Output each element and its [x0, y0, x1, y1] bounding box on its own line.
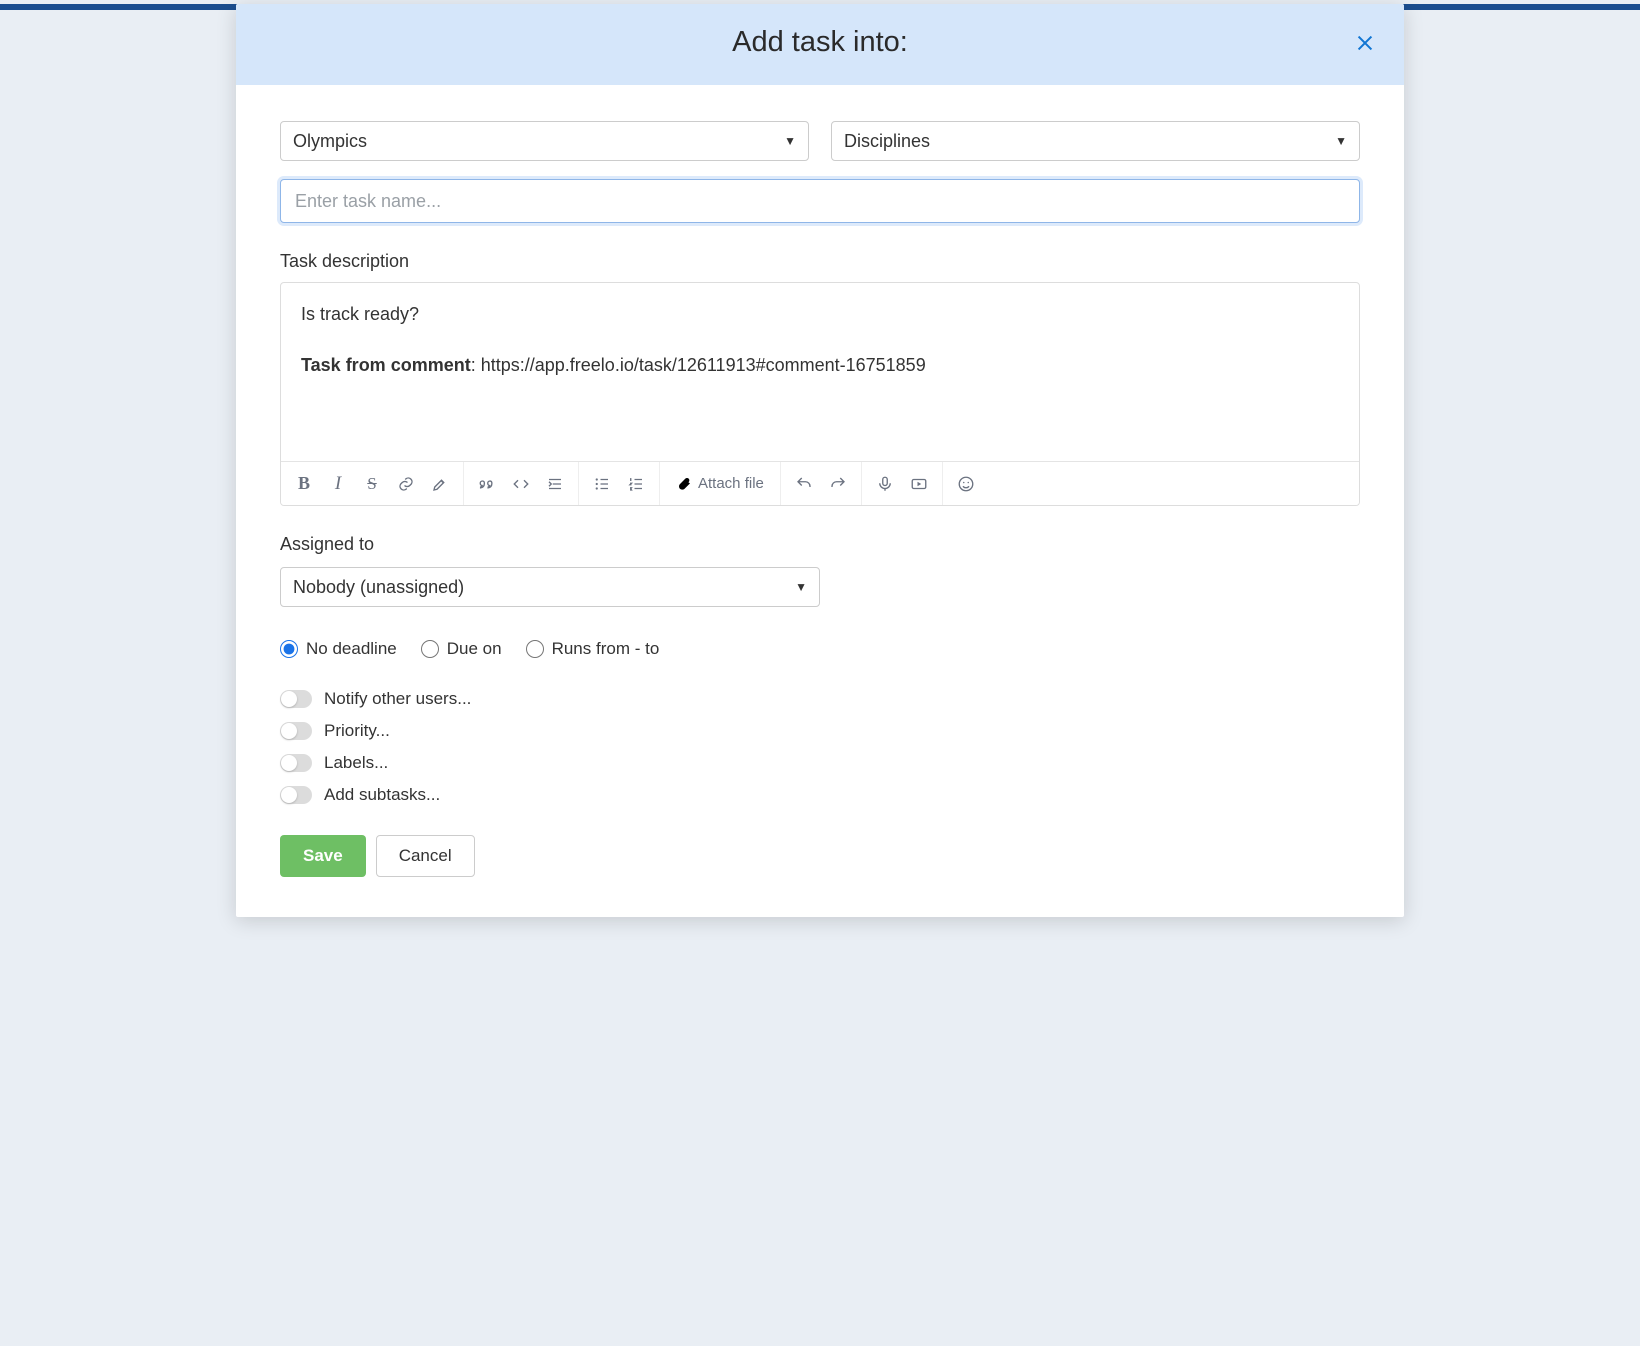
project-select[interactable]: Olympics ▼ [280, 121, 809, 161]
link-icon [397, 475, 415, 493]
chevron-down-icon: ▼ [1335, 134, 1347, 148]
video-button[interactable] [902, 467, 936, 501]
radio-runs-from-to[interactable]: Runs from - to [526, 639, 660, 659]
description-comment-sep: : [471, 355, 481, 375]
strikethrough-button[interactable]: S [355, 467, 389, 501]
toggle-switch[interactable] [280, 722, 312, 740]
project-select-value: Olympics [293, 131, 367, 152]
mic-button[interactable] [868, 467, 902, 501]
attach-file-button[interactable]: Attach file [666, 475, 774, 492]
list-select[interactable]: Disciplines ▼ [831, 121, 1360, 161]
undo-icon [795, 475, 813, 493]
quote-button[interactable] [470, 467, 504, 501]
indent-icon [546, 475, 564, 493]
mic-icon [876, 475, 894, 493]
description-label: Task description [280, 251, 1360, 272]
description-line1: Is track ready? [301, 301, 1339, 328]
toggle-switch[interactable] [280, 690, 312, 708]
radio-no-deadline-label: No deadline [306, 639, 397, 659]
modal-title: Add task into: [260, 26, 1380, 59]
toggle-notify-label: Notify other users... [324, 689, 471, 709]
description-content[interactable]: Is track ready? Task from comment: https… [281, 283, 1359, 461]
chevron-down-icon: ▼ [795, 580, 807, 594]
toggle-notify[interactable]: Notify other users... [280, 689, 1360, 709]
close-icon [1354, 32, 1376, 54]
toggle-subtasks-label: Add subtasks... [324, 785, 440, 805]
deadline-radio-group: No deadline Due on Runs from - to [280, 639, 1360, 659]
description-comment-line: Task from comment: https://app.freelo.io… [301, 352, 1339, 379]
radio-due-on-input[interactable] [421, 640, 439, 658]
modal-body: Olympics ▼ Disciplines ▼ Task descriptio… [236, 85, 1404, 917]
assigned-select-value: Nobody (unassigned) [293, 577, 464, 598]
add-task-modal: Add task into: Olympics ▼ Disciplines ▼ … [236, 4, 1404, 917]
numbered-list-button[interactable] [619, 467, 653, 501]
editor-toolbar: B I S [281, 461, 1359, 505]
description-comment-url: https://app.freelo.io/task/12611913#comm… [481, 355, 926, 375]
attach-file-label: Attach file [698, 475, 764, 492]
save-button[interactable]: Save [280, 835, 366, 877]
code-button[interactable] [504, 467, 538, 501]
description-comment-label: Task from comment [301, 355, 471, 375]
link-button[interactable] [389, 467, 423, 501]
bold-button[interactable]: B [287, 467, 321, 501]
bullet-list-button[interactable] [585, 467, 619, 501]
description-editor: Is track ready? Task from comment: https… [280, 282, 1360, 506]
highlight-button[interactable] [423, 467, 457, 501]
toggle-priority[interactable]: Priority... [280, 721, 1360, 741]
paperclip-icon [676, 476, 692, 492]
task-name-input[interactable] [280, 179, 1360, 223]
emoji-button[interactable] [949, 467, 983, 501]
redo-button[interactable] [821, 467, 855, 501]
cancel-button[interactable]: Cancel [376, 835, 475, 877]
toggle-labels-label: Labels... [324, 753, 388, 773]
radio-runs-from-to-label: Runs from - to [552, 639, 660, 659]
numbered-list-icon [627, 475, 645, 493]
modal-actions: Save Cancel [280, 835, 1360, 877]
toggle-subtasks[interactable]: Add subtasks... [280, 785, 1360, 805]
assigned-label: Assigned to [280, 534, 1360, 555]
indent-button[interactable] [538, 467, 572, 501]
radio-due-on[interactable]: Due on [421, 639, 502, 659]
toggle-labels[interactable]: Labels... [280, 753, 1360, 773]
toggle-switch[interactable] [280, 786, 312, 804]
highlight-icon [431, 475, 449, 493]
redo-icon [829, 475, 847, 493]
toggle-switch[interactable] [280, 754, 312, 772]
bullet-list-icon [593, 475, 611, 493]
close-button[interactable] [1350, 28, 1380, 58]
toggle-priority-label: Priority... [324, 721, 390, 741]
chevron-down-icon: ▼ [784, 134, 796, 148]
modal-header: Add task into: [236, 4, 1404, 85]
undo-button[interactable] [787, 467, 821, 501]
radio-no-deadline-input[interactable] [280, 640, 298, 658]
emoji-icon [957, 475, 975, 493]
list-select-value: Disciplines [844, 131, 930, 152]
video-icon [910, 475, 928, 493]
toggle-list: Notify other users... Priority... Labels… [280, 689, 1360, 805]
radio-no-deadline[interactable]: No deadline [280, 639, 397, 659]
code-icon [512, 475, 530, 493]
radio-runs-from-to-input[interactable] [526, 640, 544, 658]
radio-due-on-label: Due on [447, 639, 502, 659]
assigned-select[interactable]: Nobody (unassigned) ▼ [280, 567, 820, 607]
italic-button[interactable]: I [321, 467, 355, 501]
quote-icon [478, 475, 496, 493]
